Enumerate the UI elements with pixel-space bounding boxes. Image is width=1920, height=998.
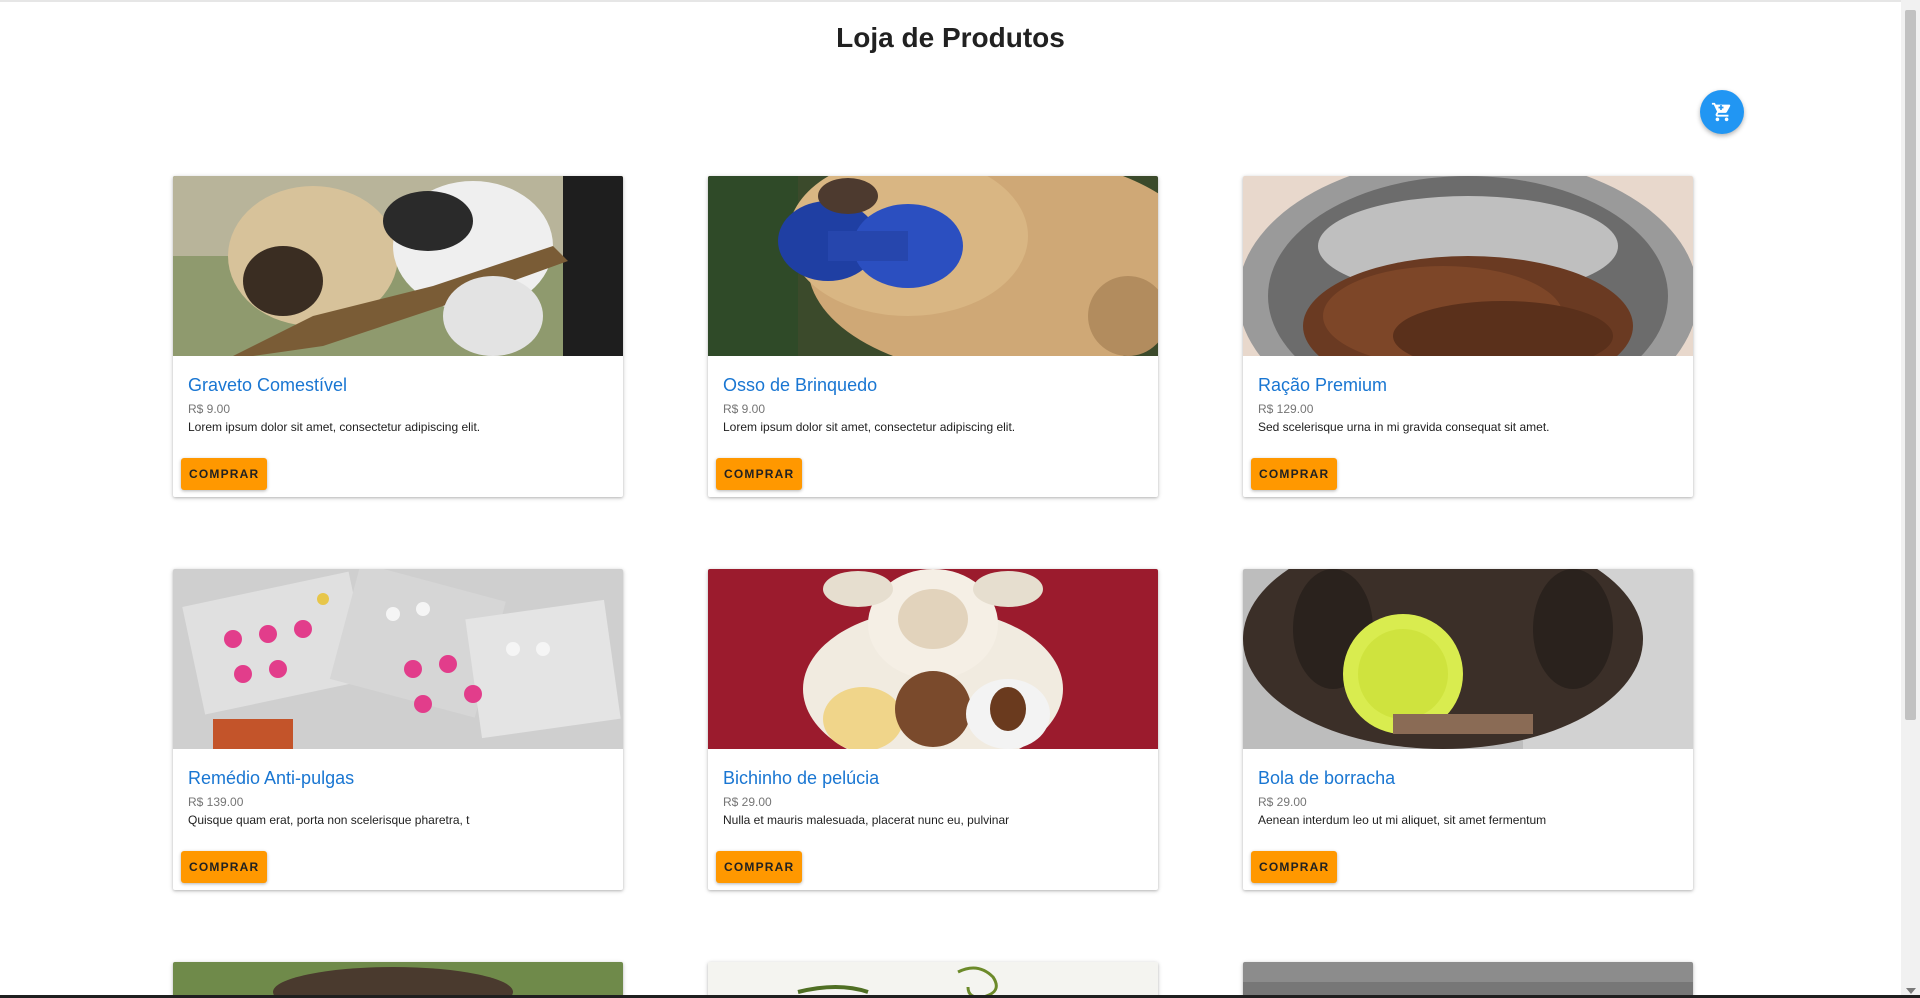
product-description: Aenean interdum leo ut mi aliquet, sit a… bbox=[1258, 813, 1547, 827]
product-card bbox=[708, 962, 1158, 998]
buy-button[interactable]: COMPRAR bbox=[1251, 851, 1338, 883]
buy-button[interactable]: COMPRAR bbox=[1251, 458, 1338, 490]
product-description: Quisque quam erat, porta non scelerisque… bbox=[188, 813, 470, 827]
product-price: R$ 9.00 bbox=[188, 402, 231, 416]
product-title[interactable]: Ração Premium bbox=[1258, 374, 1678, 396]
product-image bbox=[173, 569, 623, 749]
product-title[interactable]: Osso de Brinquedo bbox=[723, 374, 1143, 396]
top-divider bbox=[0, 0, 1901, 2]
product-price: R$ 29.00 bbox=[723, 795, 772, 809]
product-title[interactable]: Bola de borracha bbox=[1258, 767, 1678, 789]
product-image bbox=[173, 962, 623, 998]
shopping-cart-icon bbox=[1711, 102, 1731, 122]
product-card: Osso de Brinquedo R$ 9.00 Lorem ipsum do… bbox=[708, 176, 1158, 497]
product-card: Remédio Anti-pulgas R$ 139.00 Quisque qu… bbox=[173, 569, 623, 890]
product-title[interactable]: Graveto Comestível bbox=[188, 374, 608, 396]
product-title[interactable]: Bichinho de pelúcia bbox=[723, 767, 1143, 789]
product-image bbox=[708, 569, 1158, 749]
product-card: Graveto Comestível R$ 9.00 Lorem ipsum d… bbox=[173, 176, 623, 497]
buy-button[interactable]: COMPRAR bbox=[181, 458, 268, 490]
product-card bbox=[173, 962, 623, 998]
product-card: Bichinho de pelúcia R$ 29.00 Nulla et ma… bbox=[708, 569, 1158, 890]
product-card bbox=[1243, 962, 1693, 998]
scrollbar-thumb[interactable] bbox=[1905, 10, 1916, 720]
page-title: Loja de Produtos bbox=[836, 22, 1065, 53]
product-description: Lorem ipsum dolor sit amet, consectetur … bbox=[723, 420, 1016, 434]
product-price: R$ 129.00 bbox=[1258, 402, 1314, 416]
buy-button[interactable]: COMPRAR bbox=[716, 851, 803, 883]
product-price: R$ 139.00 bbox=[188, 795, 244, 809]
product-image bbox=[173, 176, 623, 356]
product-description: Nulla et mauris malesuada, placerat nunc… bbox=[723, 813, 1010, 827]
product-card: Ração Premium R$ 129.00 Sed scelerisque … bbox=[1243, 176, 1693, 497]
product-image bbox=[1243, 569, 1693, 749]
vertical-scrollbar[interactable] bbox=[1901, 0, 1920, 998]
product-description: Sed scelerisque urna in mi gravida conse… bbox=[1258, 420, 1550, 434]
product-image bbox=[1243, 962, 1693, 998]
product-price: R$ 9.00 bbox=[723, 402, 766, 416]
product-image bbox=[708, 176, 1158, 356]
product-description: Lorem ipsum dolor sit amet, consectetur … bbox=[188, 420, 481, 434]
buy-button[interactable]: COMPRAR bbox=[181, 851, 268, 883]
product-image bbox=[708, 962, 1158, 998]
product-price: R$ 29.00 bbox=[1258, 795, 1307, 809]
product-card: Bola de borracha R$ 29.00 Aenean interdu… bbox=[1243, 569, 1693, 890]
product-title[interactable]: Remédio Anti-pulgas bbox=[188, 767, 608, 789]
scroll-down-arrow-icon[interactable] bbox=[1906, 988, 1916, 994]
product-image bbox=[1243, 176, 1693, 356]
buy-button[interactable]: COMPRAR bbox=[716, 458, 803, 490]
cart-button[interactable] bbox=[1700, 90, 1744, 134]
page: Loja de Produtos Graveto Comestível R$ 9… bbox=[0, 0, 1920, 998]
